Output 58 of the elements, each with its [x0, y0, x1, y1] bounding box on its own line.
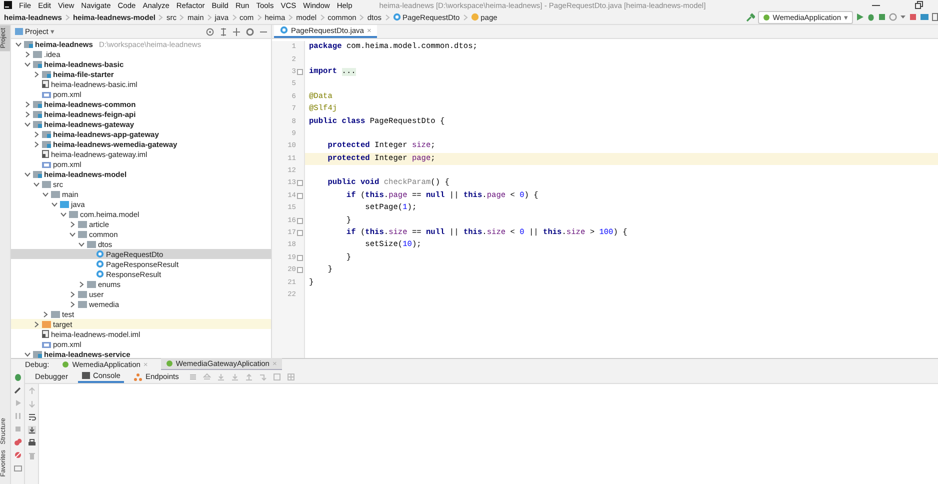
fold-marker-icon[interactable]	[297, 180, 303, 186]
locate-icon[interactable]	[206, 28, 214, 36]
app-logo-icon	[4, 1, 12, 9]
module-folder-icon	[33, 110, 42, 118]
fold-marker-icon[interactable]	[297, 218, 303, 224]
fold-marker-icon[interactable]	[297, 267, 303, 274]
hammer-icon[interactable]	[746, 12, 755, 22]
module-folder-icon	[33, 120, 42, 128]
menu-icon[interactable]	[188, 372, 197, 380]
separator-chevron-icon	[256, 14, 262, 20]
separator-chevron-icon	[64, 14, 70, 20]
module-folder-icon	[24, 40, 33, 48]
separator-chevron-icon	[179, 14, 184, 20]
module-folder-icon	[42, 70, 51, 78]
separator-chevron-icon	[320, 14, 325, 20]
mute-breakpoints-icon[interactable]	[14, 451, 22, 459]
file-icon	[42, 330, 49, 338]
field-icon	[470, 13, 479, 21]
separator-chevron-icon	[384, 14, 390, 20]
separator-chevron-icon	[206, 14, 212, 20]
folder-icon	[33, 50, 42, 58]
module-folder-icon	[33, 60, 42, 68]
separator-chevron-icon	[359, 14, 364, 20]
file-icon	[42, 80, 49, 88]
scroll-to-end-icon[interactable]	[28, 426, 36, 434]
separator-chevron-icon	[462, 14, 468, 20]
maven-file-icon	[42, 160, 51, 168]
breakpoints-icon[interactable]	[14, 438, 22, 446]
dropdown-arrow-icon[interactable]	[900, 14, 906, 20]
separator-chevron-icon	[232, 14, 237, 20]
class-icon	[280, 26, 288, 34]
soft-wrap-icon[interactable]	[28, 413, 36, 421]
collapse-all-icon[interactable]	[220, 28, 227, 36]
console-icon	[82, 372, 90, 379]
endpoints-icon	[134, 372, 142, 380]
module-folder-icon	[33, 170, 42, 178]
restore-icon[interactable]	[915, 1, 923, 9]
separator-chevron-icon	[288, 14, 294, 20]
class-icon	[392, 13, 401, 21]
maven-file-icon	[42, 90, 51, 98]
module-folder-icon	[33, 100, 42, 108]
separator-chevron-icon	[158, 14, 164, 20]
print-icon[interactable]	[28, 439, 36, 447]
stop-icon[interactable]	[909, 13, 917, 21]
run-icon[interactable]	[856, 13, 864, 21]
module-folder-icon	[42, 140, 51, 148]
maven-file-icon	[42, 340, 51, 348]
wrench-icon[interactable]	[14, 386, 22, 394]
module-folder-icon	[33, 350, 42, 358]
fold-marker-icon[interactable]	[297, 230, 303, 236]
fold-marker-icon[interactable]	[297, 192, 303, 199]
module-folder-icon	[42, 130, 51, 138]
file-icon	[42, 150, 49, 158]
fold-marker-icon[interactable]	[297, 254, 303, 261]
fold-marker-icon[interactable]	[297, 68, 303, 75]
expand-all-icon[interactable]	[233, 28, 240, 36]
settings-icon[interactable]	[246, 28, 254, 36]
window-icon[interactable]	[932, 13, 938, 21]
